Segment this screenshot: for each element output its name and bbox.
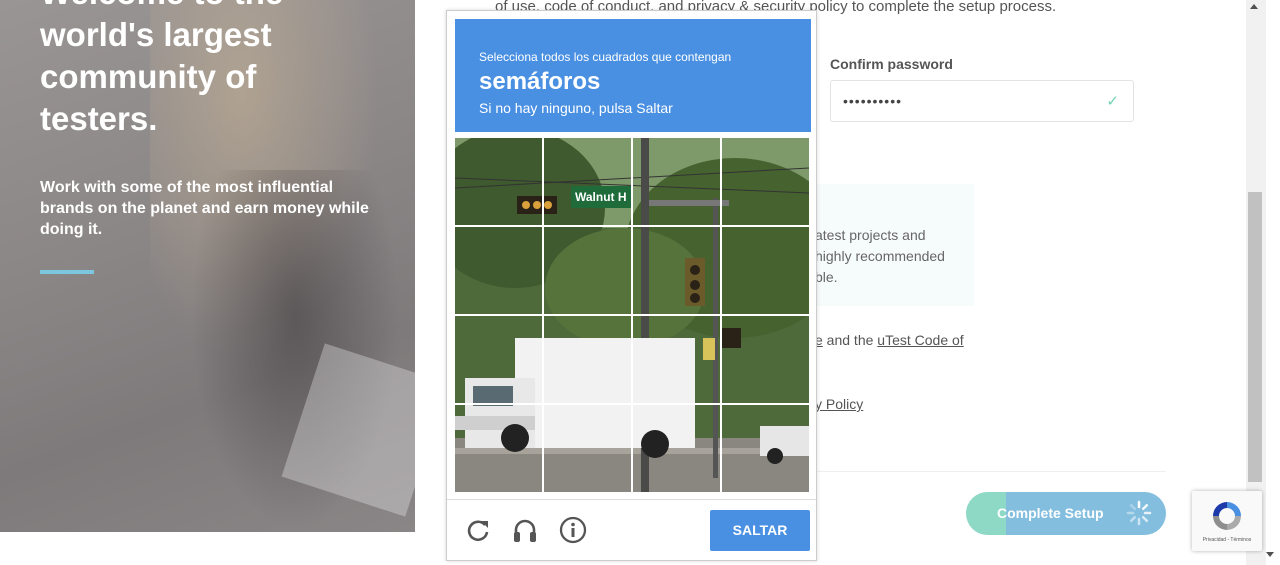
reload-icon[interactable]	[464, 516, 492, 544]
confirm-password-value: ••••••••••	[843, 93, 903, 109]
recaptcha-terms[interactable]: Privacidad - Términos	[1192, 537, 1262, 543]
loading-spinner-icon	[1126, 500, 1152, 526]
audio-challenge-icon[interactable]	[511, 516, 539, 544]
recaptcha-badge[interactable]: Privacidad - Términos	[1192, 491, 1262, 551]
grid-line	[455, 403, 809, 405]
privacy-policy-link[interactable]: y Policy	[815, 396, 863, 412]
scroll-down-arrow-icon[interactable]	[1266, 552, 1274, 557]
agreement-connector: and the	[822, 332, 878, 348]
captcha-keyword: semáforos	[479, 68, 601, 95]
confirm-password-label: Confirm password	[830, 56, 953, 72]
recaptcha-logo-icon	[1213, 502, 1241, 530]
captcha-header: Selecciona todos los cuadrados que conte…	[455, 19, 811, 132]
captcha-image-grid: Walnut H	[455, 138, 809, 492]
info-box: atest projects and highly recommended bl…	[810, 184, 974, 306]
agreement-text: e and the uTest Code of	[815, 332, 964, 348]
grid-line	[455, 314, 809, 316]
info-icon[interactable]	[559, 516, 587, 544]
hero-heading: Welcome to the world's largest community…	[40, 0, 283, 137]
scrollbar-thumb[interactable]	[1248, 192, 1262, 482]
form-divider	[816, 471, 1166, 472]
captcha-dialog: Selecciona todos los cuadrados que conte…	[446, 10, 817, 561]
street-sign-text: Walnut H	[575, 190, 627, 204]
check-icon: ✓	[1106, 93, 1119, 110]
complete-setup-label: Complete Setup	[997, 505, 1104, 521]
info-line-1: atest projects and	[815, 227, 926, 243]
page-scrollbar[interactable]	[1246, 0, 1266, 565]
grid-line	[455, 225, 809, 227]
hero-subtext: Work with some of the most influential b…	[40, 179, 369, 238]
hero-accent-line	[40, 270, 94, 274]
captcha-instruction: Selecciona todos los cuadrados que conte…	[479, 50, 732, 64]
scroll-up-arrow-icon[interactable]	[1250, 4, 1258, 9]
skip-button[interactable]: SALTAR	[710, 510, 810, 551]
captcha-hint: Si no hay ninguno, pulsa Saltar	[479, 100, 673, 116]
confirm-password-field[interactable]: •••••••••• ✓	[830, 80, 1134, 122]
hero-panel: Welcome to the world's largest community…	[0, 0, 415, 532]
info-line-3: ble.	[815, 269, 838, 285]
captcha-footer-divider	[447, 499, 816, 500]
info-line-2: highly recommended	[815, 248, 945, 264]
complete-setup-button[interactable]: Complete Setup	[966, 492, 1166, 535]
code-of-conduct-link[interactable]: uTest Code of	[877, 332, 963, 348]
